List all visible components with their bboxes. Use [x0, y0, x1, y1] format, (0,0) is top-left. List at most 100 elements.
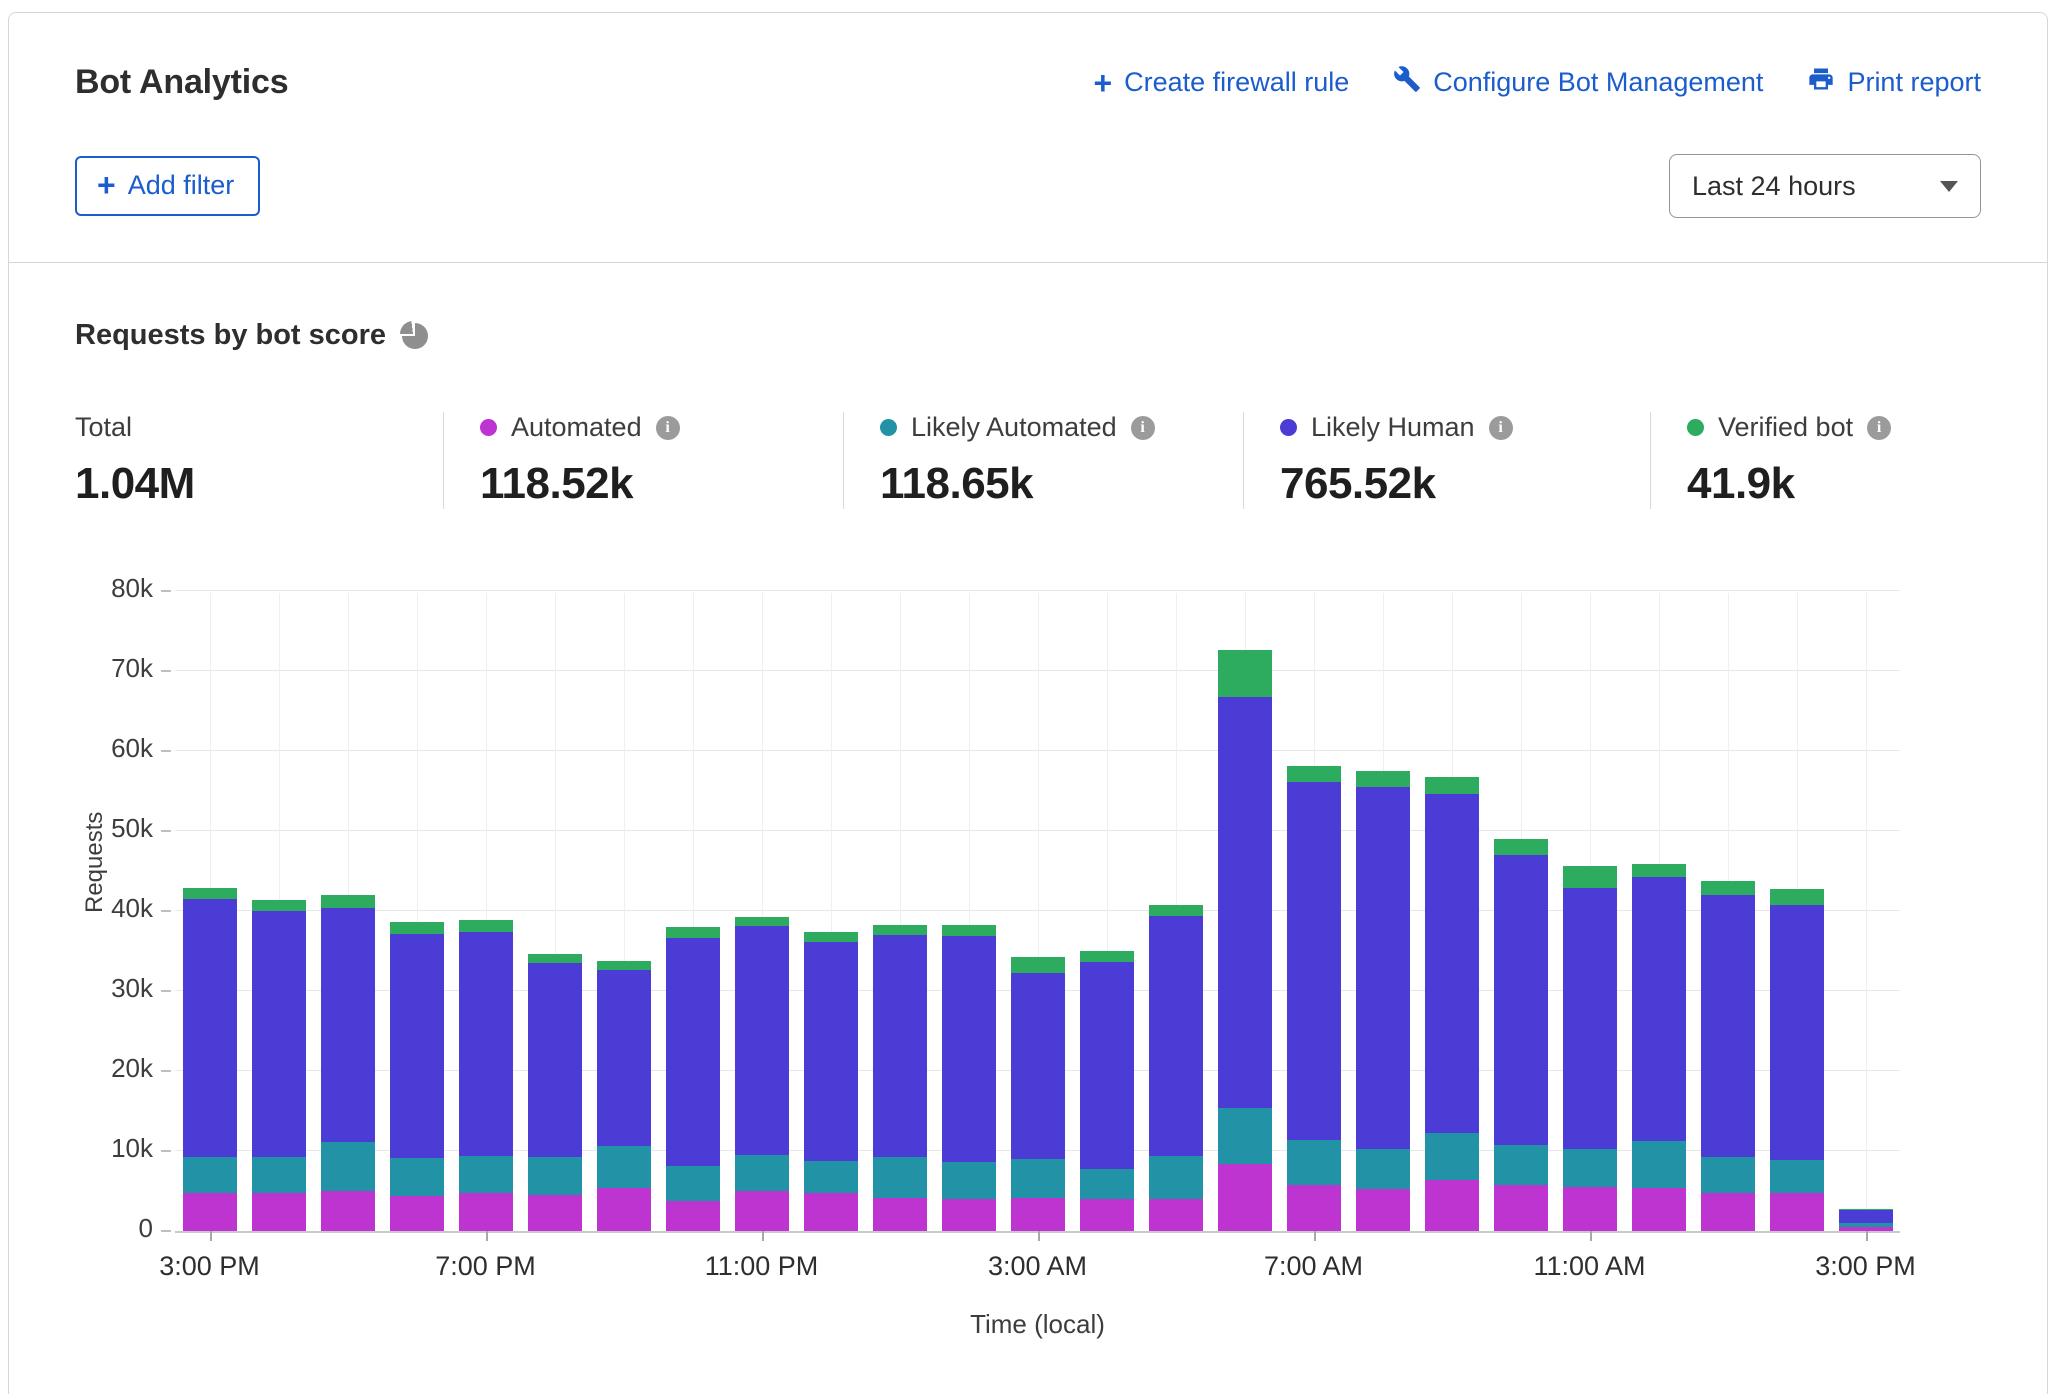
bar-segment-likely-human[interactable]	[1011, 973, 1065, 1159]
bar-segment-likely-automated[interactable]	[252, 1157, 306, 1193]
bar-segment-verified-bot[interactable]	[183, 888, 237, 899]
bar-segment-verified-bot[interactable]	[1563, 866, 1617, 888]
bar-segment-likely-human[interactable]	[183, 899, 237, 1157]
bar-segment-likely-human[interactable]	[528, 963, 582, 1157]
bar-segment-automated[interactable]	[1632, 1188, 1686, 1231]
bar-segment-automated[interactable]	[528, 1195, 582, 1231]
bar-segment-likely-automated[interactable]	[873, 1157, 927, 1198]
bar-segment-automated[interactable]	[873, 1198, 927, 1231]
bar-segment-likely-human[interactable]	[1839, 1209, 1893, 1223]
bar-segment-likely-automated[interactable]	[1563, 1149, 1617, 1187]
bar-segment-automated[interactable]	[1287, 1185, 1341, 1231]
bar-segment-likely-human[interactable]	[1080, 962, 1134, 1168]
info-icon[interactable]: i	[656, 416, 680, 440]
bar-segment-likely-human[interactable]	[1632, 877, 1686, 1141]
bar-segment-likely-human[interactable]	[1770, 905, 1824, 1159]
bar-segment-likely-human[interactable]	[804, 942, 858, 1161]
bar-segment-likely-automated[interactable]	[183, 1157, 237, 1193]
bar-segment-automated[interactable]	[1563, 1187, 1617, 1231]
info-icon[interactable]: i	[1131, 416, 1155, 440]
bar-segment-likely-human[interactable]	[1425, 794, 1479, 1132]
bar-segment-likely-human[interactable]	[597, 970, 651, 1146]
bar-segment-likely-human[interactable]	[942, 936, 996, 1162]
bar-segment-automated[interactable]	[1701, 1193, 1755, 1231]
bar-segment-likely-automated[interactable]	[804, 1161, 858, 1193]
bar-segment-verified-bot[interactable]	[804, 932, 858, 942]
bar-segment-likely-human[interactable]	[1356, 787, 1410, 1149]
bar-segment-verified-bot[interactable]	[1149, 905, 1203, 916]
bar-segment-automated[interactable]	[1149, 1199, 1203, 1231]
bar-segment-automated[interactable]	[183, 1193, 237, 1231]
bar-segment-likely-automated[interactable]	[1494, 1145, 1548, 1186]
bar-segment-likely-automated[interactable]	[942, 1162, 996, 1199]
bar-segment-likely-human[interactable]	[1218, 697, 1272, 1107]
bar-segment-likely-human[interactable]	[735, 926, 789, 1155]
bar-segment-likely-human[interactable]	[252, 911, 306, 1157]
bar-segment-automated[interactable]	[597, 1188, 651, 1231]
bar-segment-verified-bot[interactable]	[873, 925, 927, 935]
bar-segment-automated[interactable]	[735, 1191, 789, 1231]
info-icon[interactable]: i	[1489, 416, 1513, 440]
create-firewall-rule-link[interactable]: + Create firewall rule	[1093, 67, 1349, 99]
bar-segment-automated[interactable]	[252, 1193, 306, 1231]
bar-segment-likely-automated[interactable]	[666, 1166, 720, 1200]
bar-segment-likely-automated[interactable]	[1287, 1140, 1341, 1186]
bar-segment-verified-bot[interactable]	[1425, 777, 1479, 794]
bar-segment-likely-automated[interactable]	[597, 1146, 651, 1188]
bar-segment-verified-bot[interactable]	[390, 922, 444, 934]
bar-segment-verified-bot[interactable]	[1356, 771, 1410, 787]
bar-segment-likely-automated[interactable]	[1080, 1169, 1134, 1199]
bar-segment-likely-human[interactable]	[321, 908, 375, 1142]
bar-segment-likely-automated[interactable]	[1632, 1141, 1686, 1187]
bar-segment-verified-bot[interactable]	[1632, 864, 1686, 878]
bar-segment-verified-bot[interactable]	[1839, 1209, 1893, 1210]
bar-segment-likely-automated[interactable]	[459, 1156, 513, 1193]
bar-segment-likely-human[interactable]	[1149, 916, 1203, 1156]
bar-segment-automated[interactable]	[459, 1193, 513, 1231]
bar-segment-verified-bot[interactable]	[459, 920, 513, 932]
bar-segment-automated[interactable]	[321, 1191, 375, 1231]
bar-segment-verified-bot[interactable]	[597, 961, 651, 971]
bar-segment-likely-automated[interactable]	[1011, 1159, 1065, 1198]
bar-segment-likely-automated[interactable]	[1770, 1160, 1824, 1193]
bar-segment-automated[interactable]	[390, 1196, 444, 1231]
info-icon[interactable]: i	[1867, 416, 1891, 440]
bar-segment-likely-human[interactable]	[390, 934, 444, 1158]
bar-segment-verified-bot[interactable]	[1011, 957, 1065, 972]
bar-segment-likely-human[interactable]	[1701, 895, 1755, 1157]
bar-segment-automated[interactable]	[942, 1199, 996, 1231]
bar-segment-automated[interactable]	[666, 1201, 720, 1231]
bar-segment-automated[interactable]	[804, 1193, 858, 1231]
bar-segment-likely-human[interactable]	[459, 932, 513, 1156]
print-report-link[interactable]: Print report	[1807, 65, 1981, 100]
bar-segment-likely-automated[interactable]	[528, 1157, 582, 1195]
bar-segment-likely-automated[interactable]	[1701, 1157, 1755, 1193]
bar-segment-likely-automated[interactable]	[1356, 1149, 1410, 1190]
bar-segment-verified-bot[interactable]	[252, 900, 306, 911]
bar-segment-likely-automated[interactable]	[321, 1142, 375, 1191]
bar-segment-likely-human[interactable]	[1287, 782, 1341, 1140]
time-range-dropdown[interactable]: Last 24 hours	[1669, 154, 1981, 218]
bar-segment-likely-automated[interactable]	[390, 1158, 444, 1196]
bar-segment-automated[interactable]	[1494, 1185, 1548, 1231]
add-filter-button[interactable]: + Add filter	[75, 156, 260, 216]
bar-segment-automated[interactable]	[1218, 1164, 1272, 1231]
bar-segment-automated[interactable]	[1356, 1189, 1410, 1231]
bar-segment-verified-bot[interactable]	[666, 927, 720, 938]
bar-segment-verified-bot[interactable]	[321, 895, 375, 908]
bar-segment-verified-bot[interactable]	[1770, 889, 1824, 905]
bar-segment-verified-bot[interactable]	[1701, 881, 1755, 895]
bar-segment-verified-bot[interactable]	[735, 917, 789, 927]
bar-segment-automated[interactable]	[1011, 1198, 1065, 1231]
bar-segment-likely-automated[interactable]	[1149, 1156, 1203, 1199]
bar-segment-likely-human[interactable]	[666, 938, 720, 1166]
bar-segment-likely-automated[interactable]	[1425, 1133, 1479, 1180]
bar-segment-likely-automated[interactable]	[1218, 1108, 1272, 1164]
bar-segment-verified-bot[interactable]	[942, 925, 996, 935]
bar-segment-automated[interactable]	[1080, 1199, 1134, 1231]
bar-segment-verified-bot[interactable]	[1218, 650, 1272, 697]
bar-segment-likely-automated[interactable]	[1839, 1223, 1893, 1227]
bar-segment-verified-bot[interactable]	[528, 954, 582, 963]
bar-segment-verified-bot[interactable]	[1080, 951, 1134, 962]
bar-segment-likely-automated[interactable]	[735, 1155, 789, 1191]
